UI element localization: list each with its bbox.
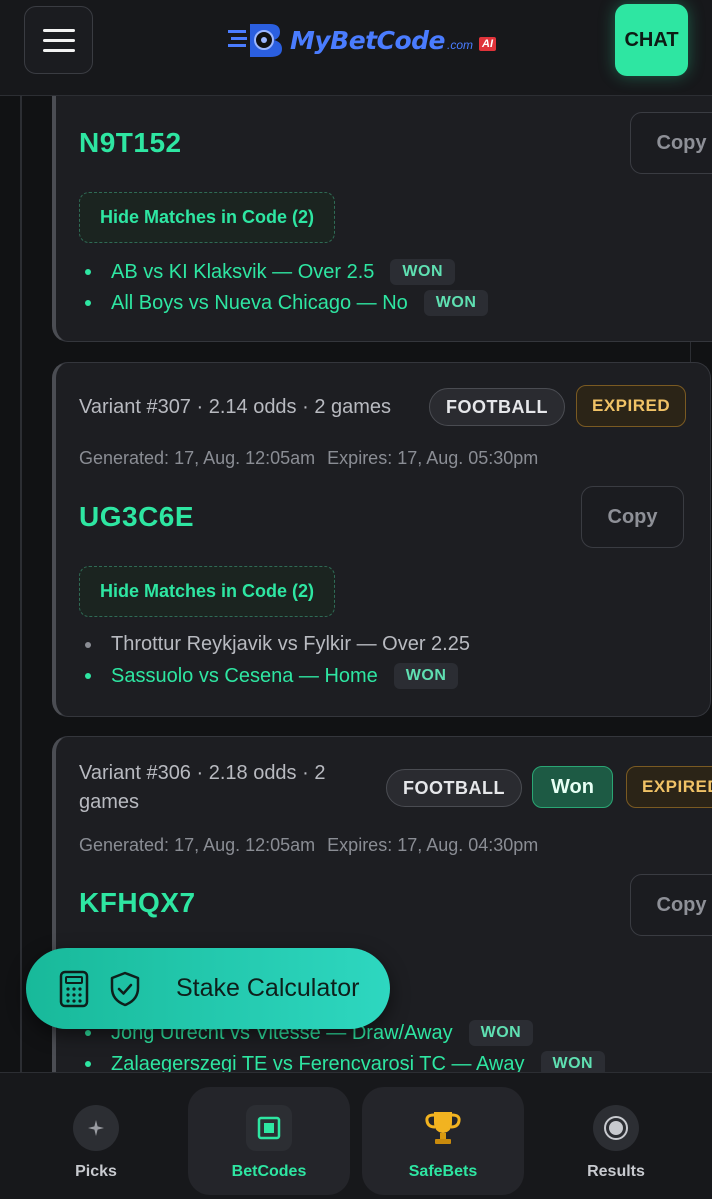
sport-badge: FOOTBALL bbox=[429, 388, 565, 426]
betcodes-feed[interactable]: N9T152 Copy Hide Matches in Code (2) AB … bbox=[0, 96, 712, 1072]
variant-summary: Variant #306 · 2.18 odds · 2 games bbox=[79, 762, 326, 813]
list-item: Sassuolo vs Cesena — Home WON bbox=[85, 663, 459, 689]
sport-badge: FOOTBALL bbox=[386, 769, 522, 807]
bet-code[interactable]: N9T152 bbox=[79, 127, 182, 159]
copy-button[interactable]: Copy bbox=[581, 486, 684, 548]
sparkle-icon bbox=[73, 1105, 119, 1151]
status-badge: WON bbox=[468, 1020, 534, 1046]
logo-text: MyBetCode bbox=[290, 25, 446, 55]
bet-code[interactable]: KFHQX7 bbox=[79, 887, 196, 919]
expired-badge: EXPIRED bbox=[626, 766, 712, 808]
list-item: Zalaegerszegi TE vs Ferencvarosi TC — Aw… bbox=[85, 1051, 606, 1072]
brand-logo[interactable]: MyBetCode .com AI bbox=[228, 20, 497, 60]
status-badge: WON bbox=[423, 290, 489, 316]
square-icon bbox=[246, 1105, 292, 1151]
variant-summary: Variant #307 · 2.14 odds · 2 games bbox=[79, 396, 392, 418]
betcode-card: N9T152 Copy Hide Matches in Code (2) AB … bbox=[52, 96, 712, 342]
stake-calculator-label: Stake Calculator bbox=[176, 974, 360, 1002]
logo-ball-icon bbox=[228, 24, 282, 57]
expired-badge: EXPIRED bbox=[576, 385, 687, 427]
trophy-icon bbox=[420, 1105, 466, 1151]
record-icon bbox=[593, 1105, 639, 1151]
list-item: Throttur Reykjavik vs Fylkir — Over 2.25 bbox=[85, 633, 470, 656]
list-item: AB vs KI Klaksvik — Over 2.5 WON bbox=[85, 259, 456, 285]
left-rail bbox=[20, 96, 22, 1072]
logo-domain: .com bbox=[447, 38, 474, 52]
timestamps: Generated: 17, Aug. 12:05am Expires: 17, … bbox=[79, 835, 539, 855]
result-badge: Won bbox=[532, 766, 613, 808]
chat-button[interactable]: CHAT bbox=[615, 4, 688, 76]
nav-betcodes[interactable]: BetCodes bbox=[188, 1087, 350, 1195]
bet-code[interactable]: UG3C6E bbox=[79, 501, 194, 533]
app-header: MyBetCode .com AI CHAT bbox=[0, 0, 712, 96]
bottom-nav: Picks BetCodes SafeBets Results bbox=[0, 1072, 712, 1199]
timestamps: Generated: 17, Aug. 12:05am Expires: 17, … bbox=[79, 448, 539, 468]
betcode-card: Variant #307 · 2.14 odds · 2 games FOOTB… bbox=[52, 362, 711, 717]
copy-button[interactable]: Copy bbox=[630, 874, 712, 936]
nav-safebets[interactable]: SafeBets bbox=[362, 1087, 524, 1195]
list-item: All Boys vs Nueva Chicago — No WON bbox=[85, 290, 489, 316]
status-badge: WON bbox=[390, 259, 456, 285]
stake-calculator-button[interactable]: Stake Calculator bbox=[26, 948, 390, 1029]
hide-matches-button[interactable]: Hide Matches in Code (2) bbox=[79, 566, 336, 617]
status-badge: WON bbox=[393, 663, 459, 689]
hamburger-icon bbox=[42, 28, 75, 32]
status-badge: WON bbox=[540, 1051, 606, 1072]
calculator-icon bbox=[59, 970, 89, 1007]
menu-button[interactable] bbox=[24, 6, 93, 74]
shield-check-icon bbox=[110, 971, 140, 1006]
nav-picks[interactable]: Picks bbox=[15, 1087, 177, 1195]
hide-matches-button[interactable]: Hide Matches in Code (2) bbox=[79, 192, 336, 243]
logo-ai-badge: AI bbox=[479, 37, 497, 51]
copy-button[interactable]: Copy bbox=[630, 112, 712, 174]
nav-results[interactable]: Results bbox=[535, 1087, 697, 1195]
